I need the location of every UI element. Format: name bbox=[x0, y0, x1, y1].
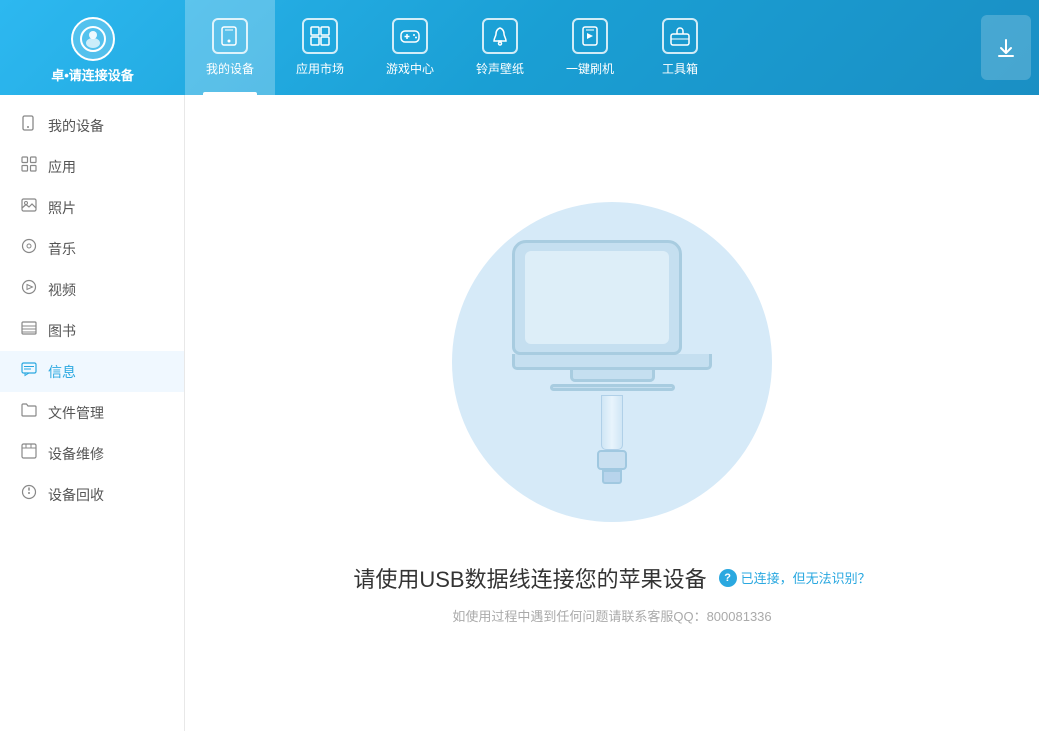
nav-my-device[interactable]: 我的设备 bbox=[185, 0, 275, 95]
connect-hint[interactable]: ? 已连接，但无法识别？ bbox=[719, 568, 871, 587]
sidebar-item-device-recycle[interactable]: 设备回收 bbox=[0, 474, 184, 515]
main-content: 请使用USB数据线连接您的苹果设备 ? 已连接，但无法识别？ 如使用过程中遇到任… bbox=[185, 95, 1039, 731]
logo-area: 卓•请连接设备 bbox=[0, 0, 185, 95]
sidebar-label-apps: 应用 bbox=[48, 157, 76, 177]
sidebar-item-photos[interactable]: 照片 bbox=[0, 187, 184, 228]
support-text: 如使用过程中遇到任何问题请联系客服QQ：800081336 bbox=[452, 606, 771, 625]
hint-text: 已连接，但无法识别？ bbox=[741, 568, 871, 587]
sidebar-item-music[interactable]: 音乐 bbox=[0, 228, 184, 269]
download-button[interactable] bbox=[981, 15, 1031, 80]
file-mgmt-sidebar-icon bbox=[20, 402, 38, 423]
device-illustration-circle bbox=[452, 202, 772, 522]
one-click-icon bbox=[572, 18, 608, 54]
nav-ringtone[interactable]: 铃声壁纸 bbox=[455, 0, 545, 95]
photos-sidebar-icon bbox=[20, 197, 38, 218]
connect-text: 请使用USB数据线连接您的苹果设备 bbox=[353, 562, 706, 594]
sidebar-label-music: 音乐 bbox=[48, 239, 76, 259]
device-recycle-sidebar-icon bbox=[20, 484, 38, 505]
messages-sidebar-icon bbox=[20, 361, 38, 382]
nav-game-center[interactable]: 游戏中心 bbox=[365, 0, 455, 95]
logo-icon bbox=[71, 17, 115, 61]
nav-my-device-label: 我的设备 bbox=[206, 60, 254, 77]
sidebar-label-device-recycle: 设备回收 bbox=[48, 485, 104, 505]
nav-items: 我的设备 应用市场 bbox=[185, 0, 973, 95]
ringtone-icon bbox=[482, 18, 518, 54]
sidebar-item-apps[interactable]: 应用 bbox=[0, 146, 184, 187]
device-illustration bbox=[512, 240, 712, 484]
nav-one-click-label: 一键刷机 bbox=[566, 60, 614, 77]
nav-app-market[interactable]: 应用市场 bbox=[275, 0, 365, 95]
my-device-sidebar-icon bbox=[20, 115, 38, 136]
sidebar: 我的设备 应用 照片 音乐 bbox=[0, 95, 185, 731]
sidebar-label-my-device: 我的设备 bbox=[48, 116, 104, 136]
sidebar-item-messages[interactable]: 信息 bbox=[0, 351, 184, 392]
sidebar-label-device-repair: 设备维修 bbox=[48, 444, 104, 464]
sidebar-item-device-repair[interactable]: 设备维修 bbox=[0, 433, 184, 474]
sidebar-label-file-mgmt: 文件管理 bbox=[48, 403, 104, 423]
nav-app-market-label: 应用市场 bbox=[296, 60, 344, 77]
connect-main-row: 请使用USB数据线连接您的苹果设备 ? 已连接，但无法识别？ bbox=[353, 562, 870, 594]
sidebar-item-my-device[interactable]: 我的设备 bbox=[0, 105, 184, 146]
nav-toolbox-label: 工具箱 bbox=[662, 60, 698, 77]
connect-section: 请使用USB数据线连接您的苹果设备 ? 已连接，但无法识别？ 如使用过程中遇到任… bbox=[353, 562, 870, 625]
sidebar-label-messages: 信息 bbox=[48, 362, 76, 382]
hint-icon: ? bbox=[719, 569, 737, 587]
books-sidebar-icon bbox=[20, 320, 38, 341]
music-sidebar-icon bbox=[20, 238, 38, 259]
toolbox-icon bbox=[662, 18, 698, 54]
sidebar-item-books[interactable]: 图书 bbox=[0, 310, 184, 351]
sidebar-label-books: 图书 bbox=[48, 321, 76, 341]
device-repair-sidebar-icon bbox=[20, 443, 38, 464]
sidebar-item-video[interactable]: 视频 bbox=[0, 269, 184, 310]
sidebar-item-file-mgmt[interactable]: 文件管理 bbox=[0, 392, 184, 433]
header: 卓•请连接设备 我的设备 bbox=[0, 0, 1039, 95]
nav-game-center-label: 游戏中心 bbox=[386, 60, 434, 77]
sidebar-label-photos: 照片 bbox=[48, 198, 76, 218]
my-device-icon bbox=[212, 18, 248, 54]
sidebar-label-video: 视频 bbox=[48, 280, 76, 300]
apps-sidebar-icon bbox=[20, 156, 38, 177]
logo-text: 卓•请连接设备 bbox=[51, 65, 134, 84]
game-center-icon bbox=[392, 18, 428, 54]
nav-one-click[interactable]: 一键刷机 bbox=[545, 0, 635, 95]
nav-toolbox[interactable]: 工具箱 bbox=[635, 0, 725, 95]
nav-ringtone-label: 铃声壁纸 bbox=[476, 60, 524, 77]
app-market-icon bbox=[302, 18, 338, 54]
video-sidebar-icon bbox=[20, 279, 38, 300]
